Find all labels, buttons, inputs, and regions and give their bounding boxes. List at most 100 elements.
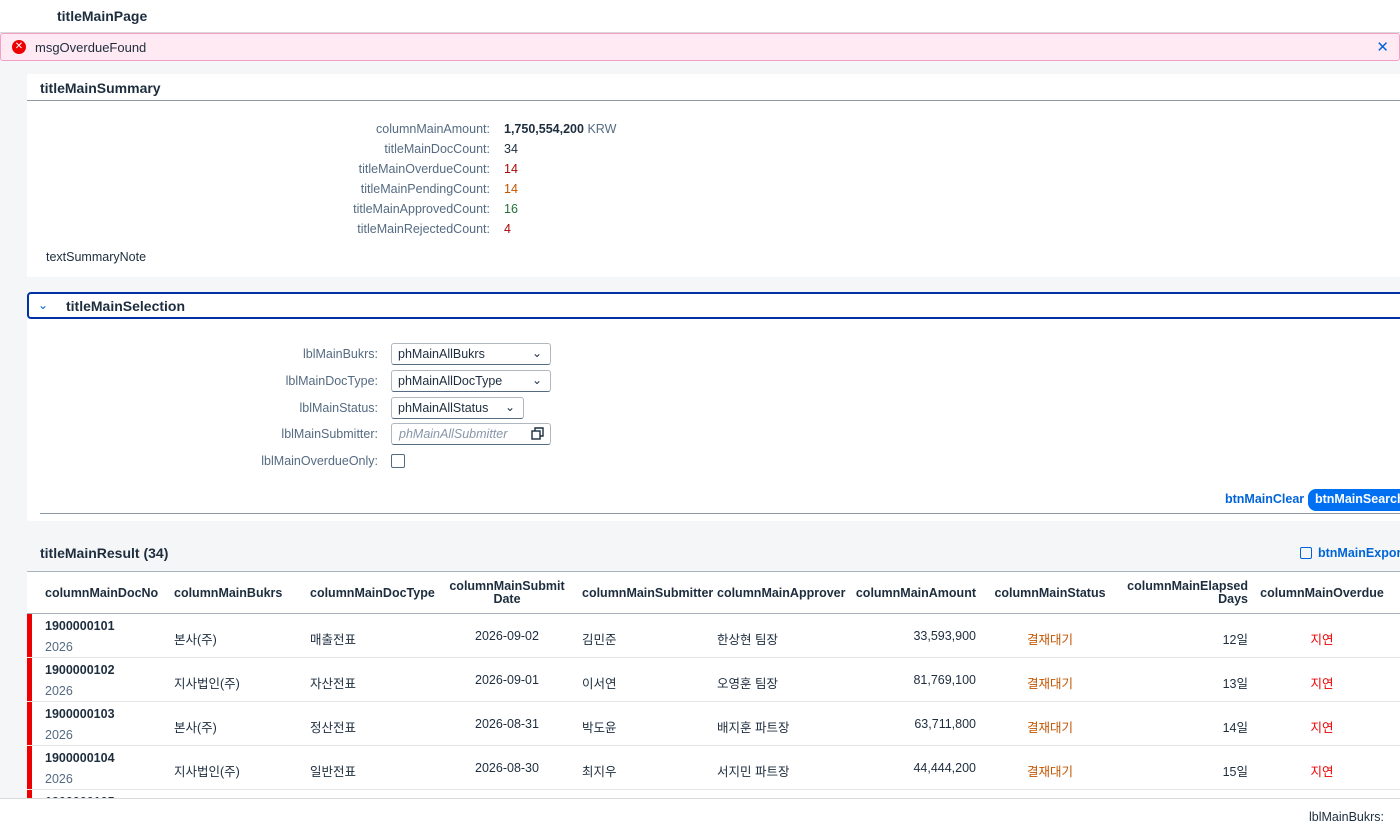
column-header-bukrs[interactable]: columnMainBukrs	[174, 587, 282, 600]
doctype-label: lblMainDocType:	[285, 374, 378, 388]
cell-approver: 배지훈 파트장	[717, 721, 790, 735]
table-row[interactable]: 1900000102 2026 지사법인(주) 자산전표 2026-09-01 …	[27, 658, 1400, 702]
doc-count-value: 34	[504, 142, 518, 156]
pending-count-label: titleMainPendingCount:	[360, 182, 490, 196]
column-header-amount[interactable]: columnMainAmount	[847, 587, 976, 600]
result-table: columnMainDocNo columnMainBukrs columnMa…	[27, 571, 1400, 798]
submitter-label: lblMainSubmitter:	[281, 427, 378, 441]
export-button[interactable]: btnMainExportC	[1300, 546, 1400, 560]
column-header-approver[interactable]: columnMainApprover	[717, 587, 846, 600]
amount-currency: KRW	[587, 122, 617, 136]
cell-elapsed: 13일	[1222, 677, 1248, 691]
overdue-count-value: 14	[504, 162, 518, 176]
cell-docno: 1900000104	[45, 751, 115, 765]
cell-amount: 63,711,800	[914, 717, 976, 731]
column-header-submitter[interactable]: columnMainSubmitter	[582, 587, 713, 600]
amount-label: columnMainAmount:	[376, 122, 490, 136]
column-header-submitdate[interactable]: columnMainSubmitDate	[445, 580, 569, 606]
cell-doctype: 매출전표	[310, 633, 357, 647]
amount-value: 1,750,554,200	[504, 122, 584, 136]
selection-title: titleMainSelection	[66, 298, 186, 314]
cell-amount: 44,444,200	[913, 761, 976, 775]
cell-elapsed: 12일	[1222, 633, 1248, 647]
export-icon	[1300, 547, 1312, 559]
submitter-input[interactable]: phMainAllSubmitter	[391, 423, 551, 445]
cell-docno: 1900000101	[45, 619, 115, 633]
rejected-count-label: titleMainRejectedCount:	[357, 222, 490, 236]
submitter-placeholder: phMainAllSubmitter	[399, 427, 508, 441]
table-row[interactable]: 1900000103 2026 본사(주) 정산전표 2026-08-31 박도…	[27, 702, 1400, 746]
cell-submitdate: 2026-08-31	[475, 717, 539, 731]
cell-approver: 한상현 팀장	[717, 633, 778, 647]
table-row[interactable]: 1900000105	[27, 790, 1400, 798]
message-text: msgOverdueFound	[35, 40, 147, 55]
cell-doctype: 자산전표	[310, 677, 357, 691]
chevron-down-icon: ⌄	[531, 373, 542, 387]
status-select-value: phMainAllStatus	[398, 401, 489, 415]
amount-value-wrap: 1,750,554,200 KRW	[504, 122, 616, 136]
cell-amount: 33,593,900	[913, 629, 976, 643]
cell-year: 2026	[45, 772, 73, 786]
cell-status: 결재대기	[1026, 765, 1073, 779]
approved-count-label: titleMainApprovedCount:	[353, 202, 490, 216]
cell-elapsed: 14일	[1222, 721, 1248, 735]
status-select[interactable]: phMainAllStatus ⌄	[391, 397, 524, 419]
doctype-select[interactable]: phMainAllDocType ⌄	[391, 370, 551, 392]
pending-count-value: 14	[504, 182, 518, 196]
summary-amount-row: columnMainAmount: 1,750,554,200 KRW	[27, 122, 927, 142]
cell-submitter: 김민준	[582, 633, 617, 647]
overdue-highlight	[27, 658, 32, 701]
cell-doctype: 일반전표	[310, 765, 357, 779]
divider	[40, 513, 1400, 514]
cell-approver: 오영훈 팀장	[717, 677, 778, 691]
cell-submitdate: 2026-09-01	[475, 673, 539, 687]
doc-count-label: titleMainDocCount:	[384, 142, 490, 156]
chevron-down-icon[interactable]: ⌄	[38, 298, 48, 312]
cell-submitdate: 2026-09-02	[475, 629, 539, 643]
column-header-docno[interactable]: columnMainDocNo	[45, 587, 158, 600]
summary-note: textSummaryNote	[46, 250, 147, 264]
cell-overdue: 지연	[1310, 633, 1334, 647]
cell-approver: 서지민 파트장	[717, 765, 790, 779]
table-row[interactable]: 1900000104 2026 지사법인(주) 일반전표 2026-08-30 …	[27, 746, 1400, 790]
cell-submitdate: 2026-08-30	[475, 761, 539, 775]
summary-panel: titleMainSummary columnMainAmount: 1,750…	[27, 74, 1400, 277]
bukrs-label: lblMainBukrs:	[302, 347, 378, 361]
search-button[interactable]: btnMainSearch	[1308, 489, 1400, 511]
column-header-elapsed[interactable]: columnMainElapsedDays	[1123, 580, 1248, 606]
cell-status: 결재대기	[1026, 721, 1073, 735]
approved-count-value: 16	[504, 202, 518, 216]
error-message-strip: ✕ msgOverdueFound ✕	[0, 33, 1400, 61]
result-title: titleMainResult (34)	[40, 545, 169, 561]
rejected-count-value: 4	[504, 222, 511, 236]
cell-docno: 1900000102	[45, 663, 115, 677]
selection-panel-body: lblMainBukrs: phMainAllBukrs ⌄ lblMainDo…	[27, 319, 1400, 521]
clear-button[interactable]: btnMainClear	[1225, 492, 1304, 506]
summary-pending-row: titleMainPendingCount: 14	[27, 182, 927, 202]
overdue-only-checkbox[interactable]	[391, 454, 405, 468]
summary-rejected-row: titleMainRejectedCount: 4	[27, 222, 927, 242]
cell-bukrs: 지사법인(주)	[174, 765, 240, 779]
doctype-select-value: phMainAllDocType	[398, 374, 503, 388]
page-header: titleMainPage	[0, 0, 1400, 33]
cell-year: 2026	[45, 728, 73, 742]
cell-bukrs: 본사(주)	[174, 633, 217, 647]
column-header-status[interactable]: columnMainStatus	[987, 587, 1113, 600]
divider	[27, 100, 1400, 101]
value-help-icon[interactable]	[531, 427, 544, 440]
selection-panel-header[interactable]: ⌄ titleMainSelection	[27, 292, 1400, 319]
close-icon[interactable]: ✕	[1376, 38, 1389, 56]
bukrs-select[interactable]: phMainAllBukrs ⌄	[391, 343, 551, 365]
cell-year: 2026	[45, 640, 73, 654]
cell-submitter: 이서연	[582, 677, 617, 691]
overdue-count-label: titleMainOverdueCount:	[358, 162, 490, 176]
error-icon: ✕	[12, 40, 26, 54]
column-header-doctype[interactable]: columnMainDocType	[310, 587, 435, 600]
overdue-highlight	[27, 746, 32, 789]
overdue-only-label: lblMainOverdueOnly:	[261, 454, 378, 468]
table-row[interactable]: 1900000101 2026 본사(주) 매출전표 2026-09-02 김민…	[27, 614, 1400, 658]
cell-status: 결재대기	[1026, 677, 1073, 691]
status-label: lblMainStatus:	[299, 401, 378, 415]
cell-doctype: 정산전표	[310, 721, 357, 735]
column-header-overdue[interactable]: columnMainOverdue	[1259, 587, 1385, 600]
